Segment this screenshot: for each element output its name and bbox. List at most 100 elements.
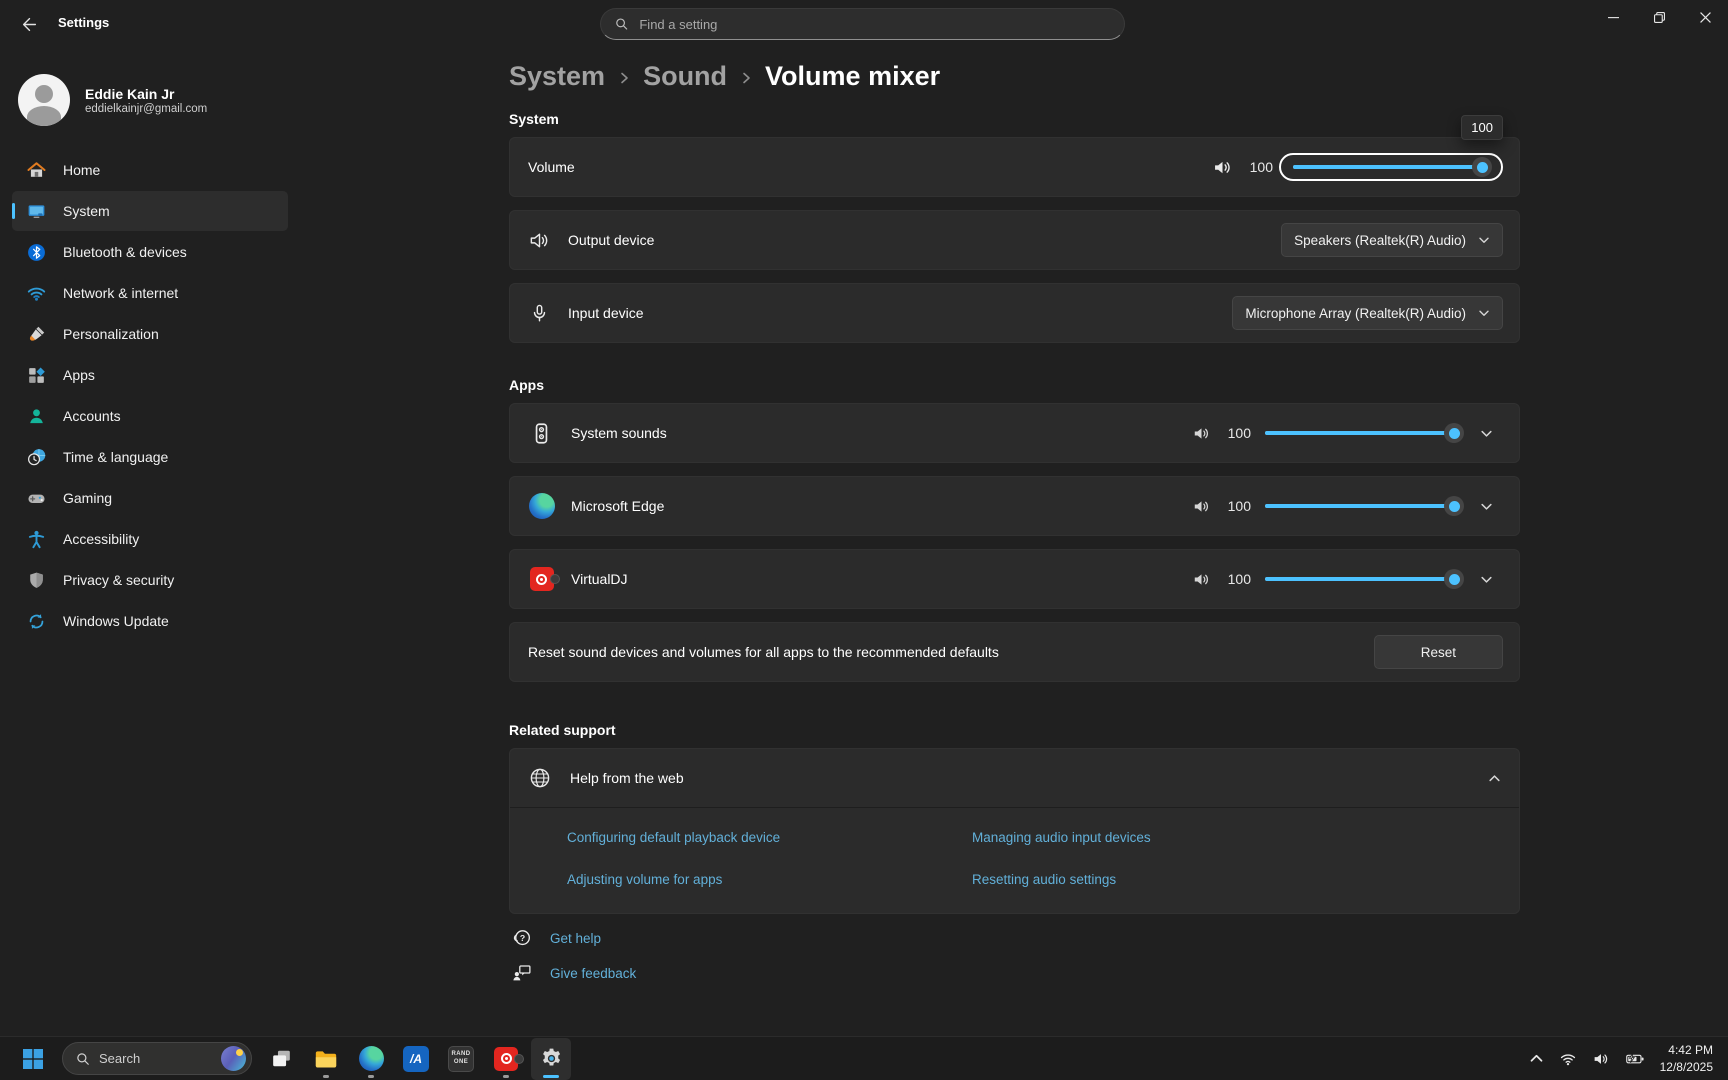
time-language-icon (26, 447, 47, 468)
input-device-dropdown[interactable]: Microphone Array (Realtek(R) Audio) (1232, 296, 1503, 330)
chevron-right-icon (618, 72, 630, 84)
app-slider-thumb[interactable] (1444, 569, 1464, 589)
task-view-icon (269, 1046, 294, 1071)
volume-slider-thumb[interactable] (1472, 157, 1492, 177)
app-slider-thumb[interactable] (1444, 496, 1464, 516)
search-icon (615, 17, 628, 31)
close-button[interactable] (1682, 0, 1728, 34)
start-button[interactable] (13, 1038, 53, 1080)
app-volume-slider[interactable] (1265, 577, 1461, 581)
clock-time: 4:42 PM (1660, 1042, 1713, 1059)
app-slider-thumb[interactable] (1444, 423, 1464, 443)
windows-logo-icon (22, 1048, 44, 1070)
sidebar-item-label: Privacy & security (63, 572, 174, 588)
search-highlight-image[interactable] (221, 1046, 246, 1071)
maximize-button[interactable] (1636, 0, 1682, 34)
volume-value: 100 (1245, 159, 1273, 175)
taskbar: Search /A RANDONE (0, 1036, 1728, 1080)
settings-gear-icon (539, 1046, 564, 1071)
sidebar-item-personalization[interactable]: Personalization (12, 314, 288, 354)
sidebar-item-accounts[interactable]: Accounts (12, 396, 288, 436)
sidebar-item-privacy-security[interactable]: Privacy & security (12, 560, 288, 600)
account-profile[interactable]: Eddie Kain Jr eddielkainjr@gmail.com (18, 74, 300, 126)
sidebar-item-label: Windows Update (63, 613, 169, 629)
input-device-label: Input device (568, 305, 644, 321)
help-link-managing-input[interactable]: Managing audio input devices (972, 830, 1501, 845)
help-from-web-header[interactable]: Help from the web (510, 749, 1519, 807)
battery-icon[interactable] (1625, 1050, 1645, 1068)
chevron-up-icon[interactable] (1529, 1051, 1544, 1066)
volume-slider[interactable] (1293, 165, 1489, 169)
help-link-configuring-playback[interactable]: Configuring default playback device (567, 830, 972, 845)
reset-description: Reset sound devices and volumes for all … (528, 644, 999, 660)
sidebar-item-label: Network & internet (63, 285, 178, 301)
expand-row-button[interactable] (1469, 500, 1503, 513)
sidebar-item-label: System (63, 203, 110, 219)
main-content: System Sound Volume mixer System Volume … (509, 46, 1520, 984)
app-volume-slider[interactable] (1265, 504, 1461, 508)
sidebar-item-network-internet[interactable]: Network & internet (12, 273, 288, 313)
network-icon (26, 283, 47, 304)
sidebar-item-time-language[interactable]: Time & language (12, 437, 288, 477)
sidebar-item-gaming[interactable]: Gaming (12, 478, 288, 518)
virtualdj-button[interactable] (486, 1038, 526, 1080)
ia-app-button[interactable]: /A (396, 1038, 436, 1080)
sidebar-item-home[interactable]: Home (12, 150, 288, 190)
sidebar-menu: Home System Bluetooth & devices Network … (0, 150, 300, 641)
give-feedback-link[interactable]: Give feedback (511, 962, 1520, 984)
sidebar-item-label: Gaming (63, 490, 112, 506)
taskbar-clock[interactable]: 4:42 PM 12/8/2025 (1660, 1042, 1713, 1076)
sidebar-item-system[interactable]: System (12, 191, 288, 231)
chevron-up-icon[interactable] (1488, 772, 1501, 785)
apps-icon (26, 365, 47, 386)
chevron-down-icon (1480, 573, 1493, 586)
output-device-icon (528, 229, 551, 252)
file-explorer-button[interactable] (306, 1038, 346, 1080)
app-volume-slider[interactable] (1265, 431, 1461, 435)
speaker-icon[interactable] (1192, 497, 1211, 516)
input-device-icon (528, 302, 551, 325)
sidebar-item-label: Apps (63, 367, 95, 383)
sidebar-item-apps[interactable]: Apps (12, 355, 288, 395)
sidebar-item-bluetooth-devices[interactable]: Bluetooth & devices (12, 232, 288, 272)
expand-row-button[interactable] (1469, 427, 1503, 440)
avatar (18, 74, 70, 126)
output-device-dropdown[interactable]: Speakers (Realtek(R) Audio) (1281, 223, 1503, 257)
settings-search-box[interactable] (600, 8, 1125, 40)
app-volume-value: 100 (1223, 425, 1251, 441)
speaker-icon[interactable] (1192, 570, 1211, 589)
help-link-adjusting-volume[interactable]: Adjusting volume for apps (567, 872, 972, 887)
slider-fill (1265, 577, 1461, 581)
back-button[interactable] (12, 10, 46, 38)
help-from-web-title: Help from the web (570, 770, 684, 786)
help-link-resetting-audio[interactable]: Resetting audio settings (972, 872, 1501, 887)
wifi-icon[interactable] (1559, 1050, 1577, 1068)
file-explorer-icon (313, 1046, 339, 1072)
breadcrumb-system[interactable]: System (509, 61, 605, 92)
taskbar-search[interactable]: Search (62, 1042, 252, 1075)
expand-row-button[interactable] (1469, 573, 1503, 586)
speaker-icon[interactable] (1192, 424, 1211, 443)
sidebar-item-windows-update[interactable]: Windows Update (12, 601, 288, 641)
sidebar-item-label: Time & language (63, 449, 168, 465)
app-volume-value: 100 (1223, 571, 1251, 587)
rand-one-app-button[interactable]: RANDONE (441, 1038, 481, 1080)
speaker-icon[interactable] (1212, 157, 1233, 178)
app-volume-row-system-sounds: System sounds 100 (509, 403, 1520, 463)
feedback-icon (511, 962, 533, 984)
minimize-button[interactable] (1590, 0, 1636, 34)
system-sounds-icon (528, 420, 555, 447)
breadcrumb-sound[interactable]: Sound (643, 61, 727, 92)
settings-app-button[interactable] (531, 1038, 571, 1080)
volume-tray-icon[interactable] (1592, 1050, 1610, 1068)
task-view-button[interactable] (261, 1038, 301, 1080)
sidebar-item-accessibility[interactable]: Accessibility (12, 519, 288, 559)
get-help-link[interactable]: ? Get help (511, 927, 1520, 949)
slider-fill (1265, 431, 1461, 435)
chevron-down-icon (1478, 307, 1490, 319)
edge-browser-button[interactable] (351, 1038, 391, 1080)
reset-button[interactable]: Reset (1374, 635, 1503, 669)
output-device-row: Output device Speakers (Realtek(R) Audio… (509, 210, 1520, 270)
related-support-label: Related support (509, 722, 1520, 738)
settings-search-input[interactable] (637, 16, 1110, 33)
